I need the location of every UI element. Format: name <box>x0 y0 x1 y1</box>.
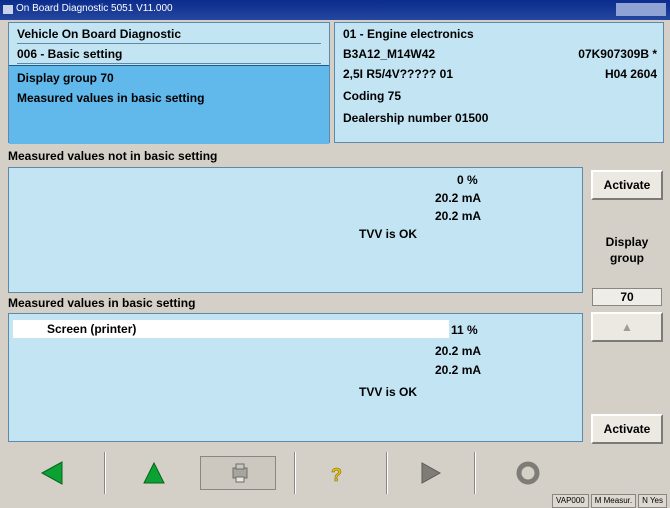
up-button[interactable] <box>116 456 192 490</box>
section1-value-4: TVV is OK <box>359 227 418 241</box>
mode-panel: Vehicle On Board Diagnostic 006 - Basic … <box>8 22 330 144</box>
activate-button-bottom[interactable]: Activate <box>591 414 663 444</box>
group-up-button[interactable]: ▲ <box>591 312 663 342</box>
selected-group-block: Display group 70 Measured values in basi… <box>9 65 329 144</box>
hardware-version: H04 2604 <box>604 67 657 81</box>
section2-value-1: 11 % <box>451 323 478 337</box>
part-number: 07K907309B * <box>578 47 657 61</box>
refresh-icon <box>516 461 540 485</box>
group-number-field[interactable]: 70 <box>592 288 662 306</box>
section1-values-panel: 0 % 20.2 mA 20.2 mA TVV is OK <box>8 167 583 293</box>
toolbar-divider <box>294 452 296 494</box>
section1-value-1: 0 % <box>457 173 478 187</box>
right-arrow-icon <box>421 462 442 484</box>
section2-value-3: 20.2 mA <box>435 363 482 377</box>
svg-text:?: ? <box>331 465 342 485</box>
help-icon: ? <box>331 465 343 486</box>
toolbar-divider <box>474 452 476 494</box>
left-arrow-icon <box>40 461 63 485</box>
dealership-number: Dealership number 01500 <box>343 111 489 125</box>
function-name: 006 - Basic setting <box>17 45 321 64</box>
printer-icon <box>232 463 248 483</box>
refresh-button[interactable] <box>490 456 566 490</box>
forward-button[interactable] <box>392 456 468 490</box>
toolbar-divider <box>104 452 106 494</box>
screen-printer-label: Screen (printer) <box>47 322 137 336</box>
display-group-label: Display group <box>605 235 649 265</box>
app-name: Vehicle On Board Diagnostic <box>17 25 321 44</box>
up-arrow-icon <box>143 461 165 484</box>
section1-value-2: 20.2 mA <box>435 191 482 205</box>
section2-value-2: 20.2 mA <box>435 344 482 358</box>
section2-value-4: TVV is OK <box>359 385 418 399</box>
print-button[interactable] <box>200 456 276 490</box>
display-group-title: Display group 70 <box>17 71 114 85</box>
back-button[interactable] <box>20 456 96 490</box>
section1-value-3: 20.2 mA <box>435 209 482 223</box>
measured-mode-title: Measured values in basic setting <box>17 91 205 105</box>
app-icon <box>3 5 13 14</box>
system-name: 01 - Engine electronics <box>343 27 474 41</box>
title-bar: On Board Diagnostic 5051 V11.000 <box>0 0 670 20</box>
section2-values-panel: Screen (printer) 11 % 20.2 mA 20.2 mA TV… <box>8 313 583 442</box>
activate-button-top[interactable]: Activate <box>591 170 663 200</box>
status-bar: VAP000 M Measur. N Yes <box>537 494 667 508</box>
section2-header: Measured values in basic setting <box>8 296 196 310</box>
toolbar-divider <box>386 452 388 494</box>
screen-printer-popup[interactable]: Screen (printer) <box>13 320 449 338</box>
section1-header: Measured values not in basic setting <box>8 149 218 163</box>
window-controls[interactable] <box>616 3 666 16</box>
window-title: On Board Diagnostic 5051 V11.000 <box>16 3 173 14</box>
ecu-info-panel: 01 - Engine electronics B3A12_M14W42 07K… <box>334 22 664 143</box>
help-button[interactable]: ? <box>298 456 374 490</box>
coding: Coding 75 <box>343 89 402 103</box>
